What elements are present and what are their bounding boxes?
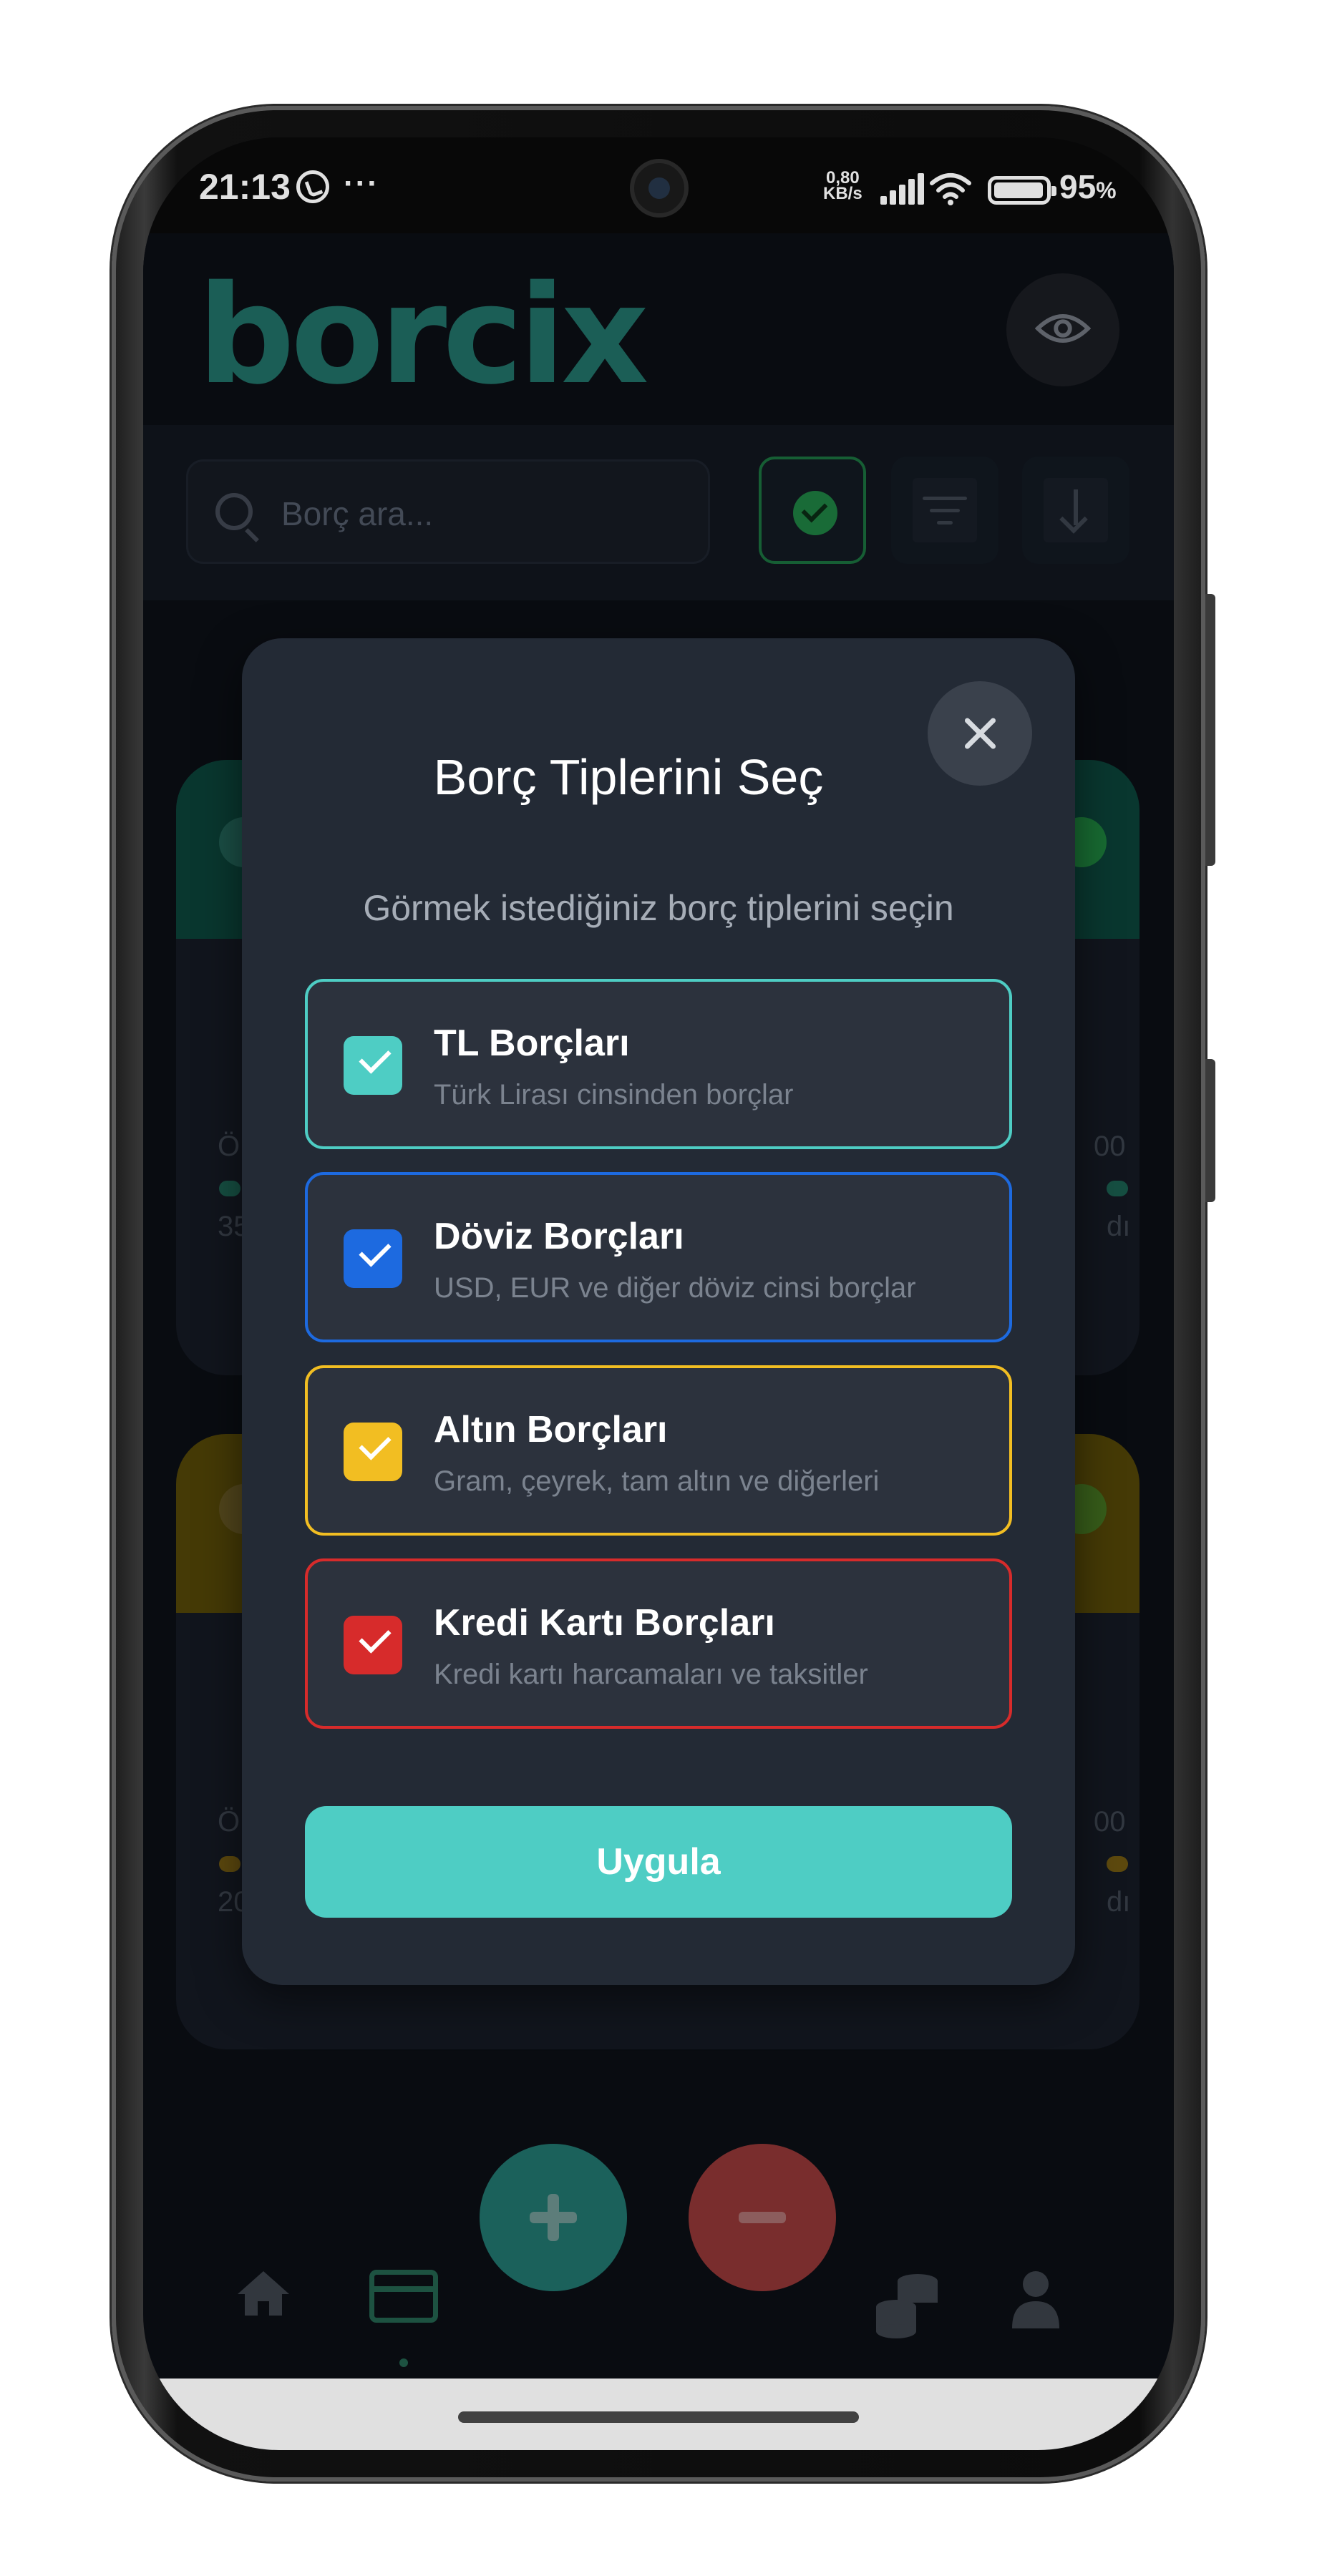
check-icon[interactable] bbox=[344, 1423, 402, 1481]
option-title: Kredi Kartı Borçları bbox=[434, 1602, 775, 1644]
close-icon bbox=[963, 717, 996, 750]
apply-button[interactable]: Uygula bbox=[305, 1806, 1012, 1918]
option-description: Gram, çeyrek, tam altın ve diğerleri bbox=[434, 1465, 880, 1497]
option-tl-debts[interactable]: TL Borçları Türk Lirası cinsinden borçla… bbox=[305, 979, 1012, 1149]
check-icon[interactable] bbox=[344, 1229, 402, 1288]
phone-screen: 21:13 ··· 0,80 KB/s 95% borcix Borç ara.… bbox=[143, 137, 1174, 2450]
option-description: Kredi kartı harcamaları ve taksitler bbox=[434, 1659, 868, 1690]
option-title: TL Borçları bbox=[434, 1023, 630, 1064]
option-title: Altın Borçları bbox=[434, 1409, 668, 1450]
modal-title: Borç Tiplerini Seç bbox=[433, 749, 824, 805]
option-gold-debts[interactable]: Altın Borçları Gram, çeyrek, tam altın v… bbox=[305, 1365, 1012, 1536]
option-description: Türk Lirası cinsinden borçlar bbox=[434, 1079, 794, 1111]
power-button bbox=[1205, 594, 1215, 866]
check-icon[interactable] bbox=[344, 1036, 402, 1095]
debt-type-filter-modal: Borç Tiplerini Seç Görmek istediğiniz bo… bbox=[242, 638, 1075, 1985]
check-icon[interactable] bbox=[344, 1616, 402, 1674]
option-title: Döviz Borçları bbox=[434, 1216, 684, 1257]
option-description: USD, EUR ve diğer döviz cinsi borçlar bbox=[434, 1272, 916, 1304]
option-foreign-currency-debts[interactable]: Döviz Borçları USD, EUR ve diğer döviz c… bbox=[305, 1172, 1012, 1342]
option-credit-card-debts[interactable]: Kredi Kartı Borçları Kredi kartı harcama… bbox=[305, 1558, 1012, 1729]
modal-subtitle: Görmek istediğiniz borç tiplerini seçin bbox=[363, 888, 954, 928]
volume-button bbox=[1205, 1059, 1215, 1202]
